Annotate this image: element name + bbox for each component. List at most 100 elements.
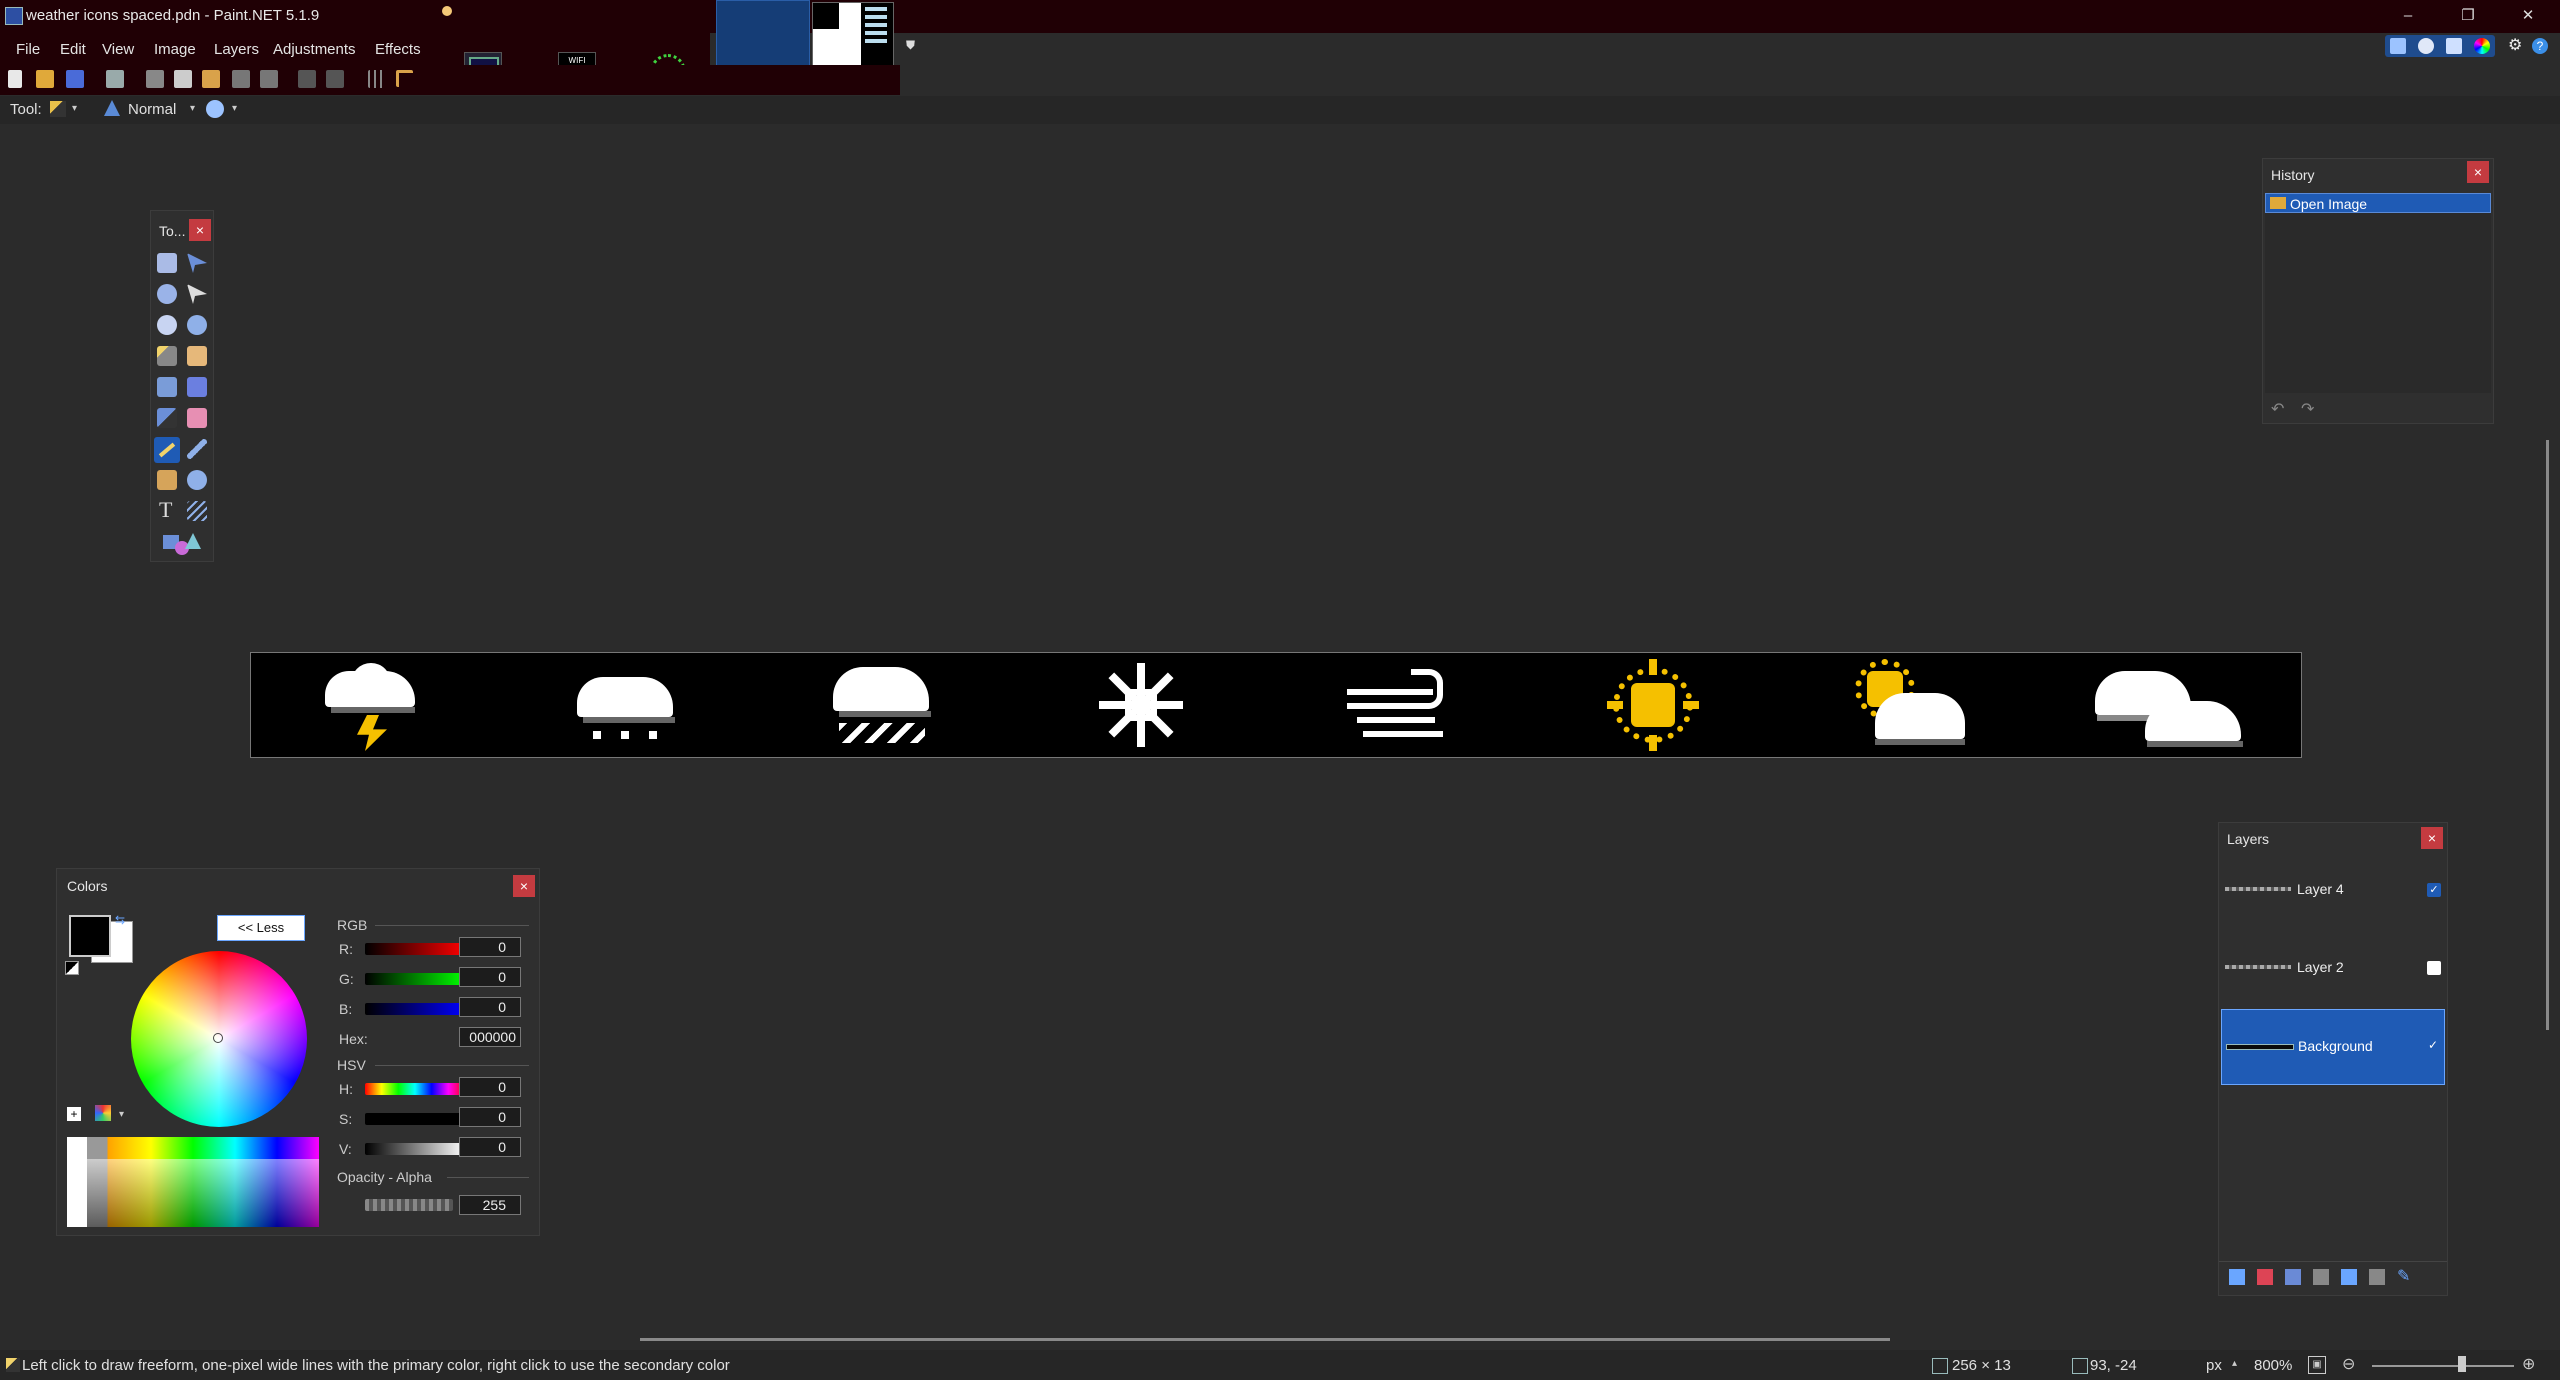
ellipse-select-icon[interactable]: [157, 315, 177, 335]
primary-color-swatch[interactable]: [69, 915, 111, 957]
new-file-icon[interactable]: [8, 70, 22, 88]
units-dropdown-chevron-icon[interactable]: ▴: [2232, 1358, 2237, 1369]
add-layer-icon[interactable]: [2229, 1269, 2245, 1285]
gradient-icon[interactable]: [187, 377, 207, 397]
history-panel-close-button[interactable]: ×: [2467, 161, 2489, 183]
alpha-input[interactable]: 255: [459, 1195, 521, 1215]
blend-dropdown-chevron-icon[interactable]: ▾: [190, 103, 195, 114]
layers-toggle-icon[interactable]: [2446, 38, 2462, 54]
shapes-icon[interactable]: [163, 533, 201, 555]
menu-image[interactable]: Image: [154, 41, 196, 58]
redo-icon[interactable]: ↷: [2301, 399, 2314, 419]
blend-mode-select[interactable]: Normal: [128, 101, 176, 118]
red-slider[interactable]: [365, 943, 465, 955]
text-icon[interactable]: T: [159, 497, 172, 523]
recolor-icon[interactable]: [187, 470, 207, 490]
paste-icon[interactable]: [202, 70, 220, 88]
layers-panel-close-button[interactable]: ×: [2421, 827, 2443, 849]
value-slider[interactable]: [365, 1143, 465, 1155]
redo-toolbar-icon[interactable]: [326, 70, 344, 88]
thumbnail-overflow-icon[interactable]: ⛊: [906, 38, 918, 52]
palette-menu-icon[interactable]: [95, 1105, 111, 1121]
zoom-level[interactable]: 800%: [2254, 1357, 2292, 1374]
green-slider[interactable]: [365, 973, 465, 985]
zoom-in-icon[interactable]: ⊕: [2522, 1354, 2535, 1374]
undo-icon[interactable]: ↶: [2271, 399, 2284, 419]
pencil-tool-icon[interactable]: [50, 101, 66, 117]
move-layer-up-icon[interactable]: [2341, 1269, 2357, 1285]
blue-input[interactable]: 0: [459, 997, 521, 1017]
crop-to-selection-icon[interactable]: [232, 70, 250, 88]
vertical-scrollbar[interactable]: [2546, 440, 2549, 1030]
deselect-icon[interactable]: [260, 70, 278, 88]
antialias-dropdown-chevron-icon[interactable]: ▾: [232, 103, 237, 114]
zoom-to-window-icon[interactable]: ▣: [2308, 1356, 2326, 1374]
less-button[interactable]: << Less: [217, 915, 305, 941]
copy-icon[interactable]: [174, 70, 192, 88]
merge-layer-icon[interactable]: [2313, 1269, 2329, 1285]
close-window-button[interactable]: ✕: [2508, 4, 2548, 28]
color-wheel-cursor[interactable]: [213, 1033, 223, 1043]
pan-icon[interactable]: [187, 346, 207, 366]
settings-gear-icon[interactable]: ⚙: [2508, 38, 2524, 54]
layer-visibility-checkbox[interactable]: [2427, 961, 2441, 975]
saturation-slider[interactable]: [365, 1113, 465, 1125]
reset-colors-icon[interactable]: [65, 961, 79, 975]
zoom-slider-thumb[interactable]: [2458, 1356, 2466, 1372]
cut-icon[interactable]: [146, 70, 164, 88]
palette-dropdown-chevron-icon[interactable]: ▾: [119, 1109, 124, 1120]
rulers-icon[interactable]: [396, 70, 413, 87]
move-selected-icon[interactable]: [187, 284, 207, 304]
delete-layer-icon[interactable]: [2257, 1269, 2273, 1285]
eraser-icon[interactable]: [187, 408, 207, 428]
menu-view[interactable]: View: [102, 41, 134, 58]
line-curve-icon[interactable]: [187, 501, 207, 521]
color-palette[interactable]: [67, 1137, 319, 1227]
layer-visibility-checkbox[interactable]: ✓: [2427, 883, 2441, 897]
undo-toolbar-icon[interactable]: [298, 70, 316, 88]
saturation-input[interactable]: 0: [459, 1107, 521, 1127]
move-layer-down-icon[interactable]: [2369, 1269, 2385, 1285]
duplicate-layer-icon[interactable]: [2285, 1269, 2301, 1285]
save-icon[interactable]: [66, 70, 84, 88]
open-folder-icon[interactable]: [36, 70, 54, 88]
units-select[interactable]: px: [2206, 1357, 2222, 1374]
layer-row[interactable]: Layer 4 ✓: [2221, 853, 2445, 929]
antialiasing-icon[interactable]: [206, 100, 224, 118]
lasso-select-icon[interactable]: [157, 284, 177, 304]
hue-slider[interactable]: [365, 1083, 465, 1095]
magic-wand-icon[interactable]: [157, 346, 177, 366]
layer-visibility-checkbox[interactable]: ✓: [2426, 1038, 2440, 1052]
red-input[interactable]: 0: [459, 937, 521, 957]
menu-effects[interactable]: Effects: [375, 41, 421, 58]
alpha-slider[interactable]: [365, 1199, 453, 1211]
layer-properties-icon[interactable]: ✎: [2397, 1269, 2413, 1285]
image-canvas[interactable]: [250, 652, 2302, 758]
layer-row-selected[interactable]: Background ✓: [2221, 1009, 2445, 1085]
clone-stamp-icon[interactable]: [157, 470, 177, 490]
move-selection-icon[interactable]: [187, 253, 207, 273]
blue-slider[interactable]: [365, 1003, 465, 1015]
rectangle-select-icon[interactable]: [157, 253, 177, 273]
history-toggle-icon[interactable]: [2418, 38, 2434, 54]
history-item[interactable]: Open Image: [2265, 193, 2491, 213]
hex-input[interactable]: 000000: [459, 1027, 521, 1047]
colors-toggle-icon[interactable]: [2474, 38, 2490, 54]
print-icon[interactable]: [106, 70, 124, 88]
hue-input[interactable]: 0: [459, 1077, 521, 1097]
layer-row[interactable]: Layer 2: [2221, 931, 2445, 1007]
zoom-out-icon[interactable]: ⊖: [2342, 1354, 2355, 1374]
paintbrush-icon[interactable]: [157, 408, 177, 428]
menu-adjustments[interactable]: Adjustments: [273, 41, 356, 58]
tool-dropdown-chevron-icon[interactable]: ▾: [72, 103, 77, 114]
add-palette-color-icon[interactable]: +: [67, 1107, 81, 1121]
maximize-button[interactable]: ❐: [2448, 4, 2488, 28]
menu-edit[interactable]: Edit: [60, 41, 86, 58]
menu-file[interactable]: File: [16, 41, 40, 58]
help-icon[interactable]: ?: [2532, 38, 2548, 54]
grid-icon[interactable]: [368, 70, 386, 88]
tools-panel-close-button[interactable]: ×: [189, 219, 211, 241]
minimize-button[interactable]: –: [2388, 4, 2428, 28]
zoom-slider-track[interactable]: [2372, 1365, 2514, 1367]
paint-bucket-icon[interactable]: [157, 377, 177, 397]
